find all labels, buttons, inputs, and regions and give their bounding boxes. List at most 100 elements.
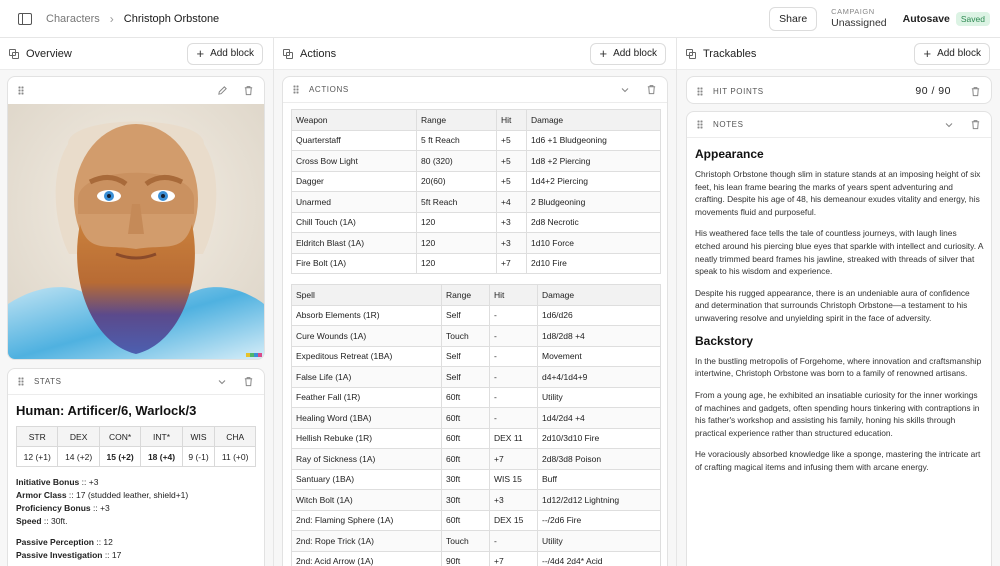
stat-label: Initiative Bonus	[16, 477, 80, 487]
stats-block-header: STATS	[8, 369, 264, 395]
chevron-down-icon[interactable]	[619, 84, 631, 96]
trash-icon[interactable]	[969, 85, 981, 97]
table-row: 2nd: Acid Arrow (1A) 90ft +7 --/4d4 2d4* Ac…	[291, 550, 661, 566]
stat-value: :: +3	[90, 503, 110, 513]
notes-paragraph: From a young age, he exhibited an insati…	[695, 389, 980, 438]
notes-paragraph: He voraciously absorbed knowledge like a…	[695, 449, 981, 472]
table-cell: 1d10 Force	[526, 232, 661, 254]
trackables-title: Trackables	[703, 47, 757, 60]
blocks-icon	[9, 48, 19, 59]
table-cell: 60ft	[441, 448, 490, 470]
chevron-down-icon[interactable]	[943, 119, 955, 131]
table-row: Eldritch Blast (1A) 120 +3 1d10 Force	[291, 232, 661, 254]
column-header: Range	[416, 109, 497, 131]
campaign-label: CAMPAIGN	[831, 7, 875, 17]
plus-icon: +	[923, 46, 932, 61]
drag-handle-icon[interactable]	[293, 85, 299, 94]
ability-names-row: STR DEX CON* INT* WIS CHA	[15, 426, 256, 447]
stat-label: Passive Investigation	[16, 550, 103, 560]
ability-value: 14 (+2)	[57, 446, 100, 467]
hit-points-title: HIT POINTS	[713, 86, 764, 96]
table-cell: --/4d4 2d4* Acid	[537, 550, 661, 566]
table-cell: Absorb Elements (1R)	[291, 304, 442, 326]
notes-title: NOTES	[713, 120, 744, 129]
overview-column: Overview + Add block STATS Human: Artifi…	[0, 38, 274, 566]
weapons-table: Weapon Range Hit Damage Quarterstaff 5 ft Re…	[291, 109, 661, 274]
notes-paragraph: Despite his rugged appearance, there is …	[695, 287, 970, 324]
table-cell: -	[489, 366, 538, 388]
hit-points-value[interactable]: 90 / 90	[915, 85, 951, 97]
ability-value: 11 (+0)	[214, 446, 256, 467]
table-cell: Unarmed	[291, 191, 417, 213]
add-block-label: Add block	[613, 48, 657, 59]
stat-label: Proficiency Bonus	[16, 503, 91, 513]
chevron-right-icon: ›	[109, 11, 114, 26]
table-cell: 2nd: Acid Arrow (1A)	[291, 550, 442, 566]
drag-handle-icon[interactable]	[18, 377, 24, 386]
table-row: Cross Bow Light 80 (320) +5 1d8 +2 Piercing	[291, 150, 661, 172]
table-cell: 120	[416, 232, 497, 254]
actions-block: ACTIONS Weapon Range Hit Damage Quarterstaf…	[282, 76, 668, 566]
spells-table: Spell Range Hit Damage Absorb Elements (1R)…	[291, 284, 661, 566]
table-cell: Santuary (1BA)	[291, 468, 442, 490]
edit-icon[interactable]	[216, 84, 228, 96]
drag-handle-icon[interactable]	[697, 120, 703, 129]
trackables-add-block-button[interactable]: + Add block	[914, 42, 990, 65]
notes-block: NOTES Appearance Christoph Orbstone thou…	[686, 111, 992, 566]
stat-value: :: 17 (studded leather, shield+1)	[66, 490, 189, 500]
trash-icon[interactable]	[242, 376, 254, 388]
table-cell: Expeditous Retreat (1BA)	[291, 345, 442, 367]
chevron-down-icon[interactable]	[216, 376, 228, 388]
column-header: Spell	[291, 284, 442, 306]
table-cell: DEX 15	[489, 509, 538, 531]
breadcrumb-characters[interactable]: Characters	[46, 13, 100, 25]
drag-handle-icon[interactable]	[697, 86, 703, 96]
ability-value: 18 (+4)	[140, 446, 183, 467]
trash-icon[interactable]	[645, 84, 657, 96]
portrait-block-actions	[216, 84, 254, 96]
table-cell: Feather Fall (1R)	[291, 386, 442, 408]
table-cell: +5	[496, 150, 527, 172]
sidebar-toggle-icon[interactable]	[18, 12, 32, 25]
notes-body[interactable]: Appearance Christoph Orbstone though sli…	[687, 138, 991, 490]
table-cell: 1d8 +2 Piercing	[526, 150, 661, 172]
column-header: Range	[441, 284, 490, 306]
actions-block-title: ACTIONS	[309, 85, 349, 94]
ability-name: CON*	[98, 426, 142, 447]
table-cell: Dagger	[291, 170, 417, 192]
table-cell: 2nd: Rope Trick (1A)	[291, 530, 442, 552]
ability-values-row: 12 (+1) 14 (+2) 15 (+2) 18 (+4) 9 (-1) 1…	[15, 446, 256, 467]
table-cell: Ray of Sickness (1A)	[291, 448, 442, 470]
overview-add-block-button[interactable]: + Add block	[187, 42, 263, 65]
stat-line: Speed :: 30ft.	[16, 516, 256, 526]
table-cell: 2d10/3d10 Fire	[537, 427, 661, 449]
table-cell: Eldritch Blast (1A)	[291, 232, 417, 254]
table-row: Dagger 20(60) +5 1d4+2 Piercing	[291, 170, 661, 192]
table-row: Expeditous Retreat (1BA) Self - Movement	[291, 345, 661, 367]
table-cell: Touch	[441, 530, 490, 552]
table-cell: Healing Word (1BA)	[291, 407, 442, 429]
ability-name: DEX	[57, 426, 100, 447]
add-block-label: Add block	[937, 48, 981, 59]
actions-block-header: ACTIONS	[283, 77, 667, 103]
table-cell: d4+4/1d4+9	[537, 366, 661, 388]
stat-label: Passive Perception	[16, 537, 94, 547]
trackables-column: Trackables + Add block HIT POINTS 90 / 9…	[677, 38, 1000, 566]
top-right-controls: Share CAMPAIGN Unassigned Autosave Saved	[769, 6, 990, 31]
table-cell: -	[489, 345, 538, 367]
share-button[interactable]: Share	[769, 6, 818, 31]
table-cell: 1d12/2d12 Lightning	[537, 489, 661, 511]
actions-tables: Weapon Range Hit Damage Quarterstaff 5 ft Re…	[283, 103, 667, 566]
ability-name: CHA	[214, 426, 256, 447]
saved-status-badge: Saved	[955, 11, 990, 26]
stat-value: :: 12	[93, 537, 113, 547]
trash-icon[interactable]	[242, 84, 254, 96]
campaign-selector[interactable]: CAMPAIGN Unassigned	[831, 8, 886, 29]
trash-icon[interactable]	[969, 119, 981, 131]
table-cell: Hellish Rebuke (1R)	[291, 427, 442, 449]
drag-handle-icon[interactable]	[18, 85, 24, 95]
table-row: False Life (1A) Self - d4+4/1d4+9	[291, 366, 661, 388]
actions-add-block-button[interactable]: + Add block	[590, 42, 666, 65]
overview-header: Overview + Add block	[0, 38, 273, 70]
table-cell: 2d8 Necrotic	[526, 211, 661, 233]
